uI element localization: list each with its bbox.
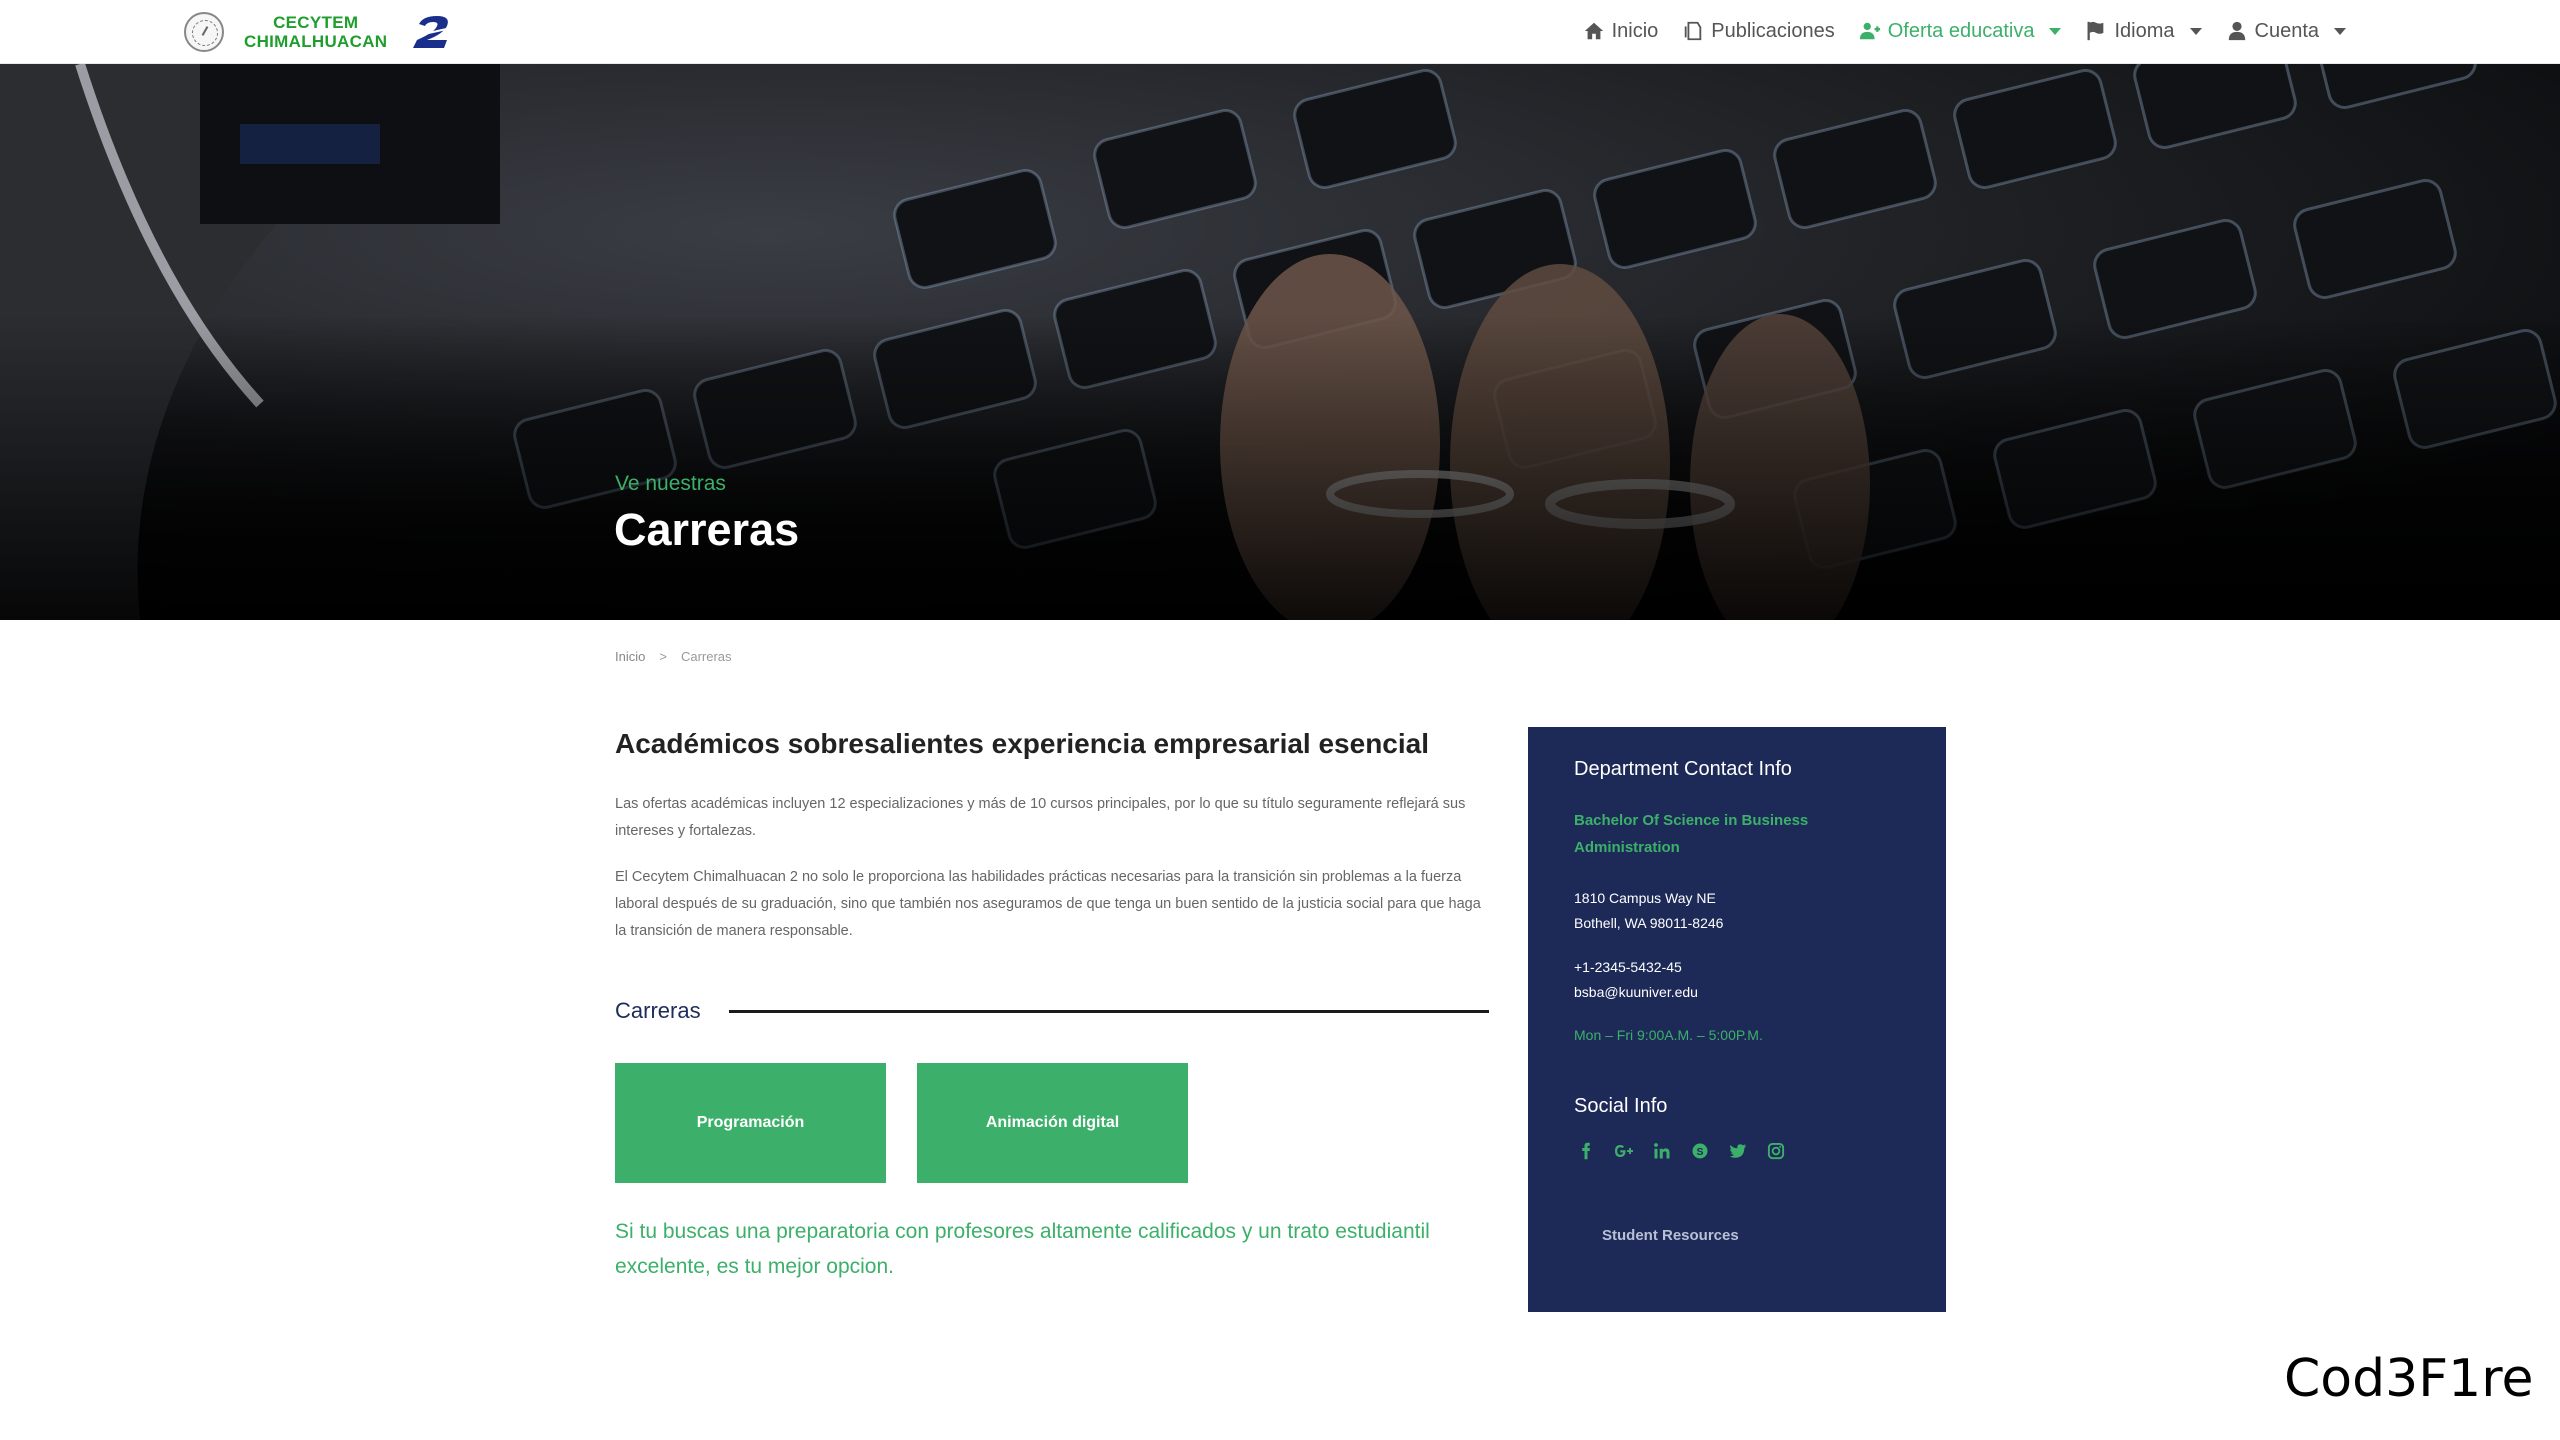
nav-publicaciones-label: Publicaciones	[1711, 19, 1835, 42]
careers-section-header: Carreras	[615, 995, 1489, 1027]
breadcrumb-separator: >	[659, 649, 667, 664]
brand-logo[interactable]: CECYTEM CHIMALHUACAN	[184, 8, 453, 56]
chevron-down-icon	[2049, 27, 2062, 35]
nav-oferta-educativa[interactable]: Oferta educativa	[1859, 20, 2062, 43]
linkedin-icon[interactable]	[1650, 1139, 1674, 1163]
social-info-title: Social Info	[1574, 1095, 1668, 1117]
breadcrumb: Inicio > Carreras	[615, 649, 732, 664]
brand-line-1: CECYTEM	[273, 13, 359, 32]
social-icons: S	[1574, 1139, 1788, 1163]
breadcrumb-current: Carreras	[680, 649, 732, 664]
nav-publicaciones[interactable]: Publicaciones	[1682, 19, 1835, 43]
publications-icon	[1685, 21, 1702, 41]
section-divider	[729, 1010, 1489, 1013]
chevron-down-icon	[2334, 27, 2346, 35]
brand-name: CECYTEM CHIMALHUACAN	[244, 13, 387, 51]
careers-section-label: Carreras	[615, 998, 701, 1023]
chevron-down-icon	[2189, 27, 2202, 35]
address-line-1: 1810 Campus Way NE	[1574, 890, 1716, 906]
watermark-text: Cod3F1re	[2284, 1349, 2534, 1409]
brand-two-logo-icon	[413, 16, 452, 48]
google-plus-icon[interactable]	[1612, 1139, 1636, 1163]
tagline-text: Si tu buscas una preparatoria con profes…	[615, 1220, 1430, 1278]
phone-number: +1-2345-5432-45	[1574, 959, 1682, 975]
hero-title: Carreras	[614, 504, 800, 555]
office-hours: Mon – Fri 9:00A.M. – 5:00P.M.	[1574, 1027, 1763, 1043]
nav-cuenta[interactable]: Cuenta	[2226, 19, 2346, 43]
career-animacion-digital-button[interactable]: Animación digital	[917, 1063, 1188, 1183]
student-resources-link[interactable]: Student Resources	[1602, 1227, 1739, 1244]
top-navbar: CECYTEM CHIMALHUACAN Inicio Publicacione…	[0, 0, 2560, 64]
address-line-2: Bothell, WA 98011-8246	[1574, 915, 1724, 931]
email-address[interactable]: bsba@kuuniver.edu	[1574, 979, 1698, 1005]
contact-info-title: Department Contact Info	[1574, 758, 1792, 780]
brand-line-2: CHIMALHUACAN	[244, 32, 388, 51]
skype-icon[interactable]: S	[1688, 1139, 1712, 1163]
hero-subtitle: Ve nuestras	[615, 472, 726, 495]
main-nav: Inicio Publicaciones Oferta educativa Id…	[1583, 0, 2346, 62]
user-plus-icon	[1859, 22, 1880, 40]
hero-banner: Ve nuestras Carreras	[0, 64, 2560, 620]
flag-icon	[2087, 21, 2104, 41]
nav-idioma[interactable]: Idioma	[2085, 19, 2202, 43]
intro-paragraph: Las ofertas académicas incluyen 12 espec…	[615, 796, 1466, 839]
user-icon	[2228, 21, 2245, 41]
nav-oferta-educativa-label: Oferta educativa	[1887, 19, 2035, 42]
facebook-icon[interactable]	[1574, 1139, 1598, 1163]
svg-text:S: S	[1696, 1146, 1703, 1158]
school-seal-icon	[184, 12, 224, 52]
nav-cuenta-label: Cuenta	[2254, 19, 2320, 42]
nav-inicio-label: Inicio	[1611, 19, 1659, 42]
nav-idioma-label: Idioma	[2114, 19, 2175, 42]
keyboard-background-image	[0, 64, 2560, 620]
breadcrumb-home-link[interactable]: Inicio	[615, 649, 645, 664]
nav-inicio[interactable]: Inicio	[1583, 19, 1659, 43]
page-heading: Académicos sobresalientes experiencia em…	[615, 728, 1430, 759]
career-programacion-button[interactable]: Programación	[615, 1063, 886, 1183]
instagram-icon[interactable]	[1764, 1139, 1788, 1163]
home-icon	[1584, 22, 1603, 40]
program-name: Bachelor Of Science in Business Administ…	[1574, 812, 1809, 856]
description-paragraph: El Cecytem Chimalhuacan 2 no solo le pro…	[615, 869, 1481, 939]
twitter-icon[interactable]	[1726, 1139, 1750, 1163]
contact-info-panel: Department Contact Info Bachelor Of Scie…	[1528, 727, 1946, 1312]
